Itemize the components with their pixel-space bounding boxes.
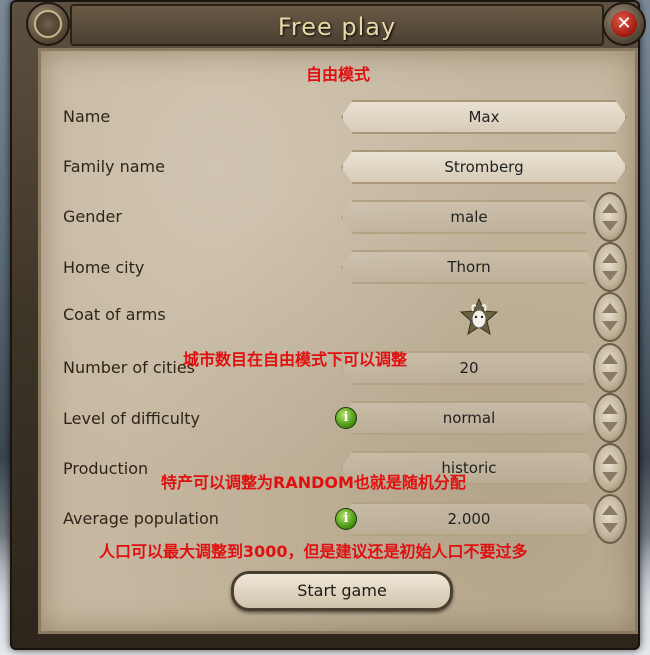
- arrow-down-icon[interactable]: [602, 523, 618, 533]
- difficulty-field: normal: [341, 401, 597, 435]
- info-icon[interactable]: i: [335, 508, 357, 530]
- home-city-field: Thorn: [341, 250, 597, 284]
- subtitle-annotation: 自由模式: [305, 65, 370, 84]
- gender-spinner[interactable]: [593, 192, 627, 242]
- name-field[interactable]: Max: [341, 100, 627, 134]
- gender-label: Gender: [63, 207, 122, 226]
- dialog-frame: Free play ✕ 自由模式 Name Max Family name St…: [10, 0, 646, 650]
- close-button[interactable]: ✕: [602, 2, 646, 46]
- arrow-down-icon[interactable]: [602, 472, 618, 482]
- parchment-panel: 自由模式 Name Max Family name Stromberg Gend…: [38, 48, 638, 634]
- production-spinner[interactable]: [593, 443, 627, 493]
- coat-of-arms-spinner[interactable]: [593, 292, 627, 342]
- home-city-label: Home city: [63, 258, 145, 277]
- average-population-field: 2.000: [341, 502, 597, 536]
- production-label: Production: [63, 459, 149, 478]
- coat-of-arms-label: Coat of arms: [63, 305, 166, 324]
- arrow-up-icon[interactable]: [602, 354, 618, 364]
- goat-star-coat-of-arms-icon: [459, 297, 499, 336]
- arrow-down-icon[interactable]: [602, 221, 618, 231]
- production-annotation: 特产可以调整为RANDOM也就是随机分配: [161, 473, 466, 492]
- info-icon[interactable]: i: [335, 407, 357, 429]
- arrow-up-icon[interactable]: [602, 253, 618, 263]
- family-name-label: Family name: [63, 157, 165, 176]
- globe-icon: [34, 10, 62, 38]
- difficulty-label: Level of difficulty: [63, 409, 201, 428]
- population-annotation: 人口可以最大调整到3000，但是建议还是初始人口不要过多: [99, 542, 528, 561]
- arrow-up-icon[interactable]: [602, 404, 618, 414]
- gender-field: male: [341, 200, 597, 234]
- number-of-cities-spinner[interactable]: [593, 343, 627, 393]
- arrow-up-icon[interactable]: [602, 303, 618, 313]
- average-population-label: Average population: [63, 509, 219, 528]
- name-label: Name: [63, 107, 111, 126]
- difficulty-spinner[interactable]: [593, 393, 627, 443]
- start-game-button[interactable]: Start game: [231, 571, 453, 611]
- arrow-down-icon[interactable]: [602, 372, 618, 382]
- number-of-cities-label: Number of cities: [63, 358, 196, 377]
- close-icon: ✕: [611, 11, 637, 37]
- arrow-up-icon[interactable]: [602, 203, 618, 213]
- arrow-up-icon[interactable]: [602, 505, 618, 515]
- average-population-spinner[interactable]: [593, 494, 627, 544]
- arrow-down-icon[interactable]: [602, 422, 618, 432]
- title-bar: Free play: [70, 4, 604, 46]
- arrow-down-icon[interactable]: [602, 321, 618, 331]
- globe-button[interactable]: [26, 2, 70, 46]
- home-city-spinner[interactable]: [593, 242, 627, 292]
- cities-annotation: 城市数目在自由模式下可以调整: [183, 350, 408, 369]
- arrow-up-icon[interactable]: [602, 454, 618, 464]
- dialog-title: Free play: [277, 13, 397, 41]
- arrow-down-icon[interactable]: [602, 271, 618, 281]
- family-name-field[interactable]: Stromberg: [341, 150, 627, 184]
